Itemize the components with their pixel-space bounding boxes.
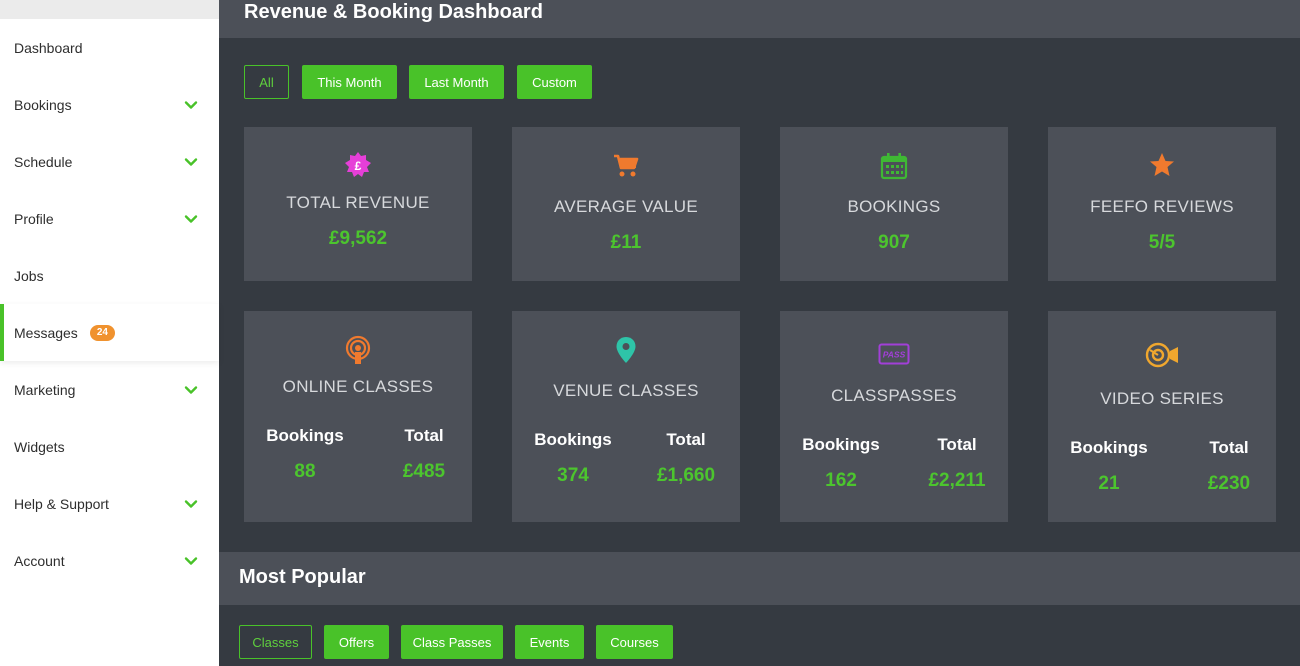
sidebar-item-bookings[interactable]: Bookings <box>0 76 219 133</box>
stat-value: 5/5 <box>1148 232 1176 253</box>
section-title: Most Popular <box>239 566 366 588</box>
shopping-cart-icon <box>614 154 639 177</box>
total-column-label: Total <box>1209 438 1249 457</box>
total-amount: £230 <box>1207 473 1251 494</box>
page-title: Revenue & Booking Dashboard <box>244 1 543 23</box>
category-card-video-series: VIDEO SERIES Bookings Total 21 £230 <box>1048 311 1276 522</box>
bookings-column-label: Bookings <box>1070 438 1148 457</box>
bookings-count: 88 <box>294 461 316 482</box>
stat-value: 907 <box>878 232 910 253</box>
total-amount: £1,660 <box>656 465 716 486</box>
category-label: CLASSPASSES <box>831 386 957 405</box>
dashboard-header: Revenue & Booking Dashboard <box>219 0 1300 38</box>
filter-custom-button[interactable]: Custom <box>517 65 592 99</box>
sidebar-item-dashboard[interactable]: Dashboard <box>0 19 219 76</box>
unread-count-badge: 24 <box>89 324 115 341</box>
bookings-count: 21 <box>1098 473 1120 494</box>
sidebar-item-label: Jobs <box>14 267 44 284</box>
bookings-column-label: Bookings <box>802 435 880 454</box>
bookings-column-label: Bookings <box>266 426 344 445</box>
sidebar-item-schedule[interactable]: Schedule <box>0 133 219 190</box>
chevron-down-icon <box>184 556 198 565</box>
map-pin-icon <box>616 337 636 363</box>
sidebar-item-label: Help & Support <box>14 495 109 512</box>
star-icon <box>1150 153 1174 176</box>
bookings-column-label: Bookings <box>534 430 612 449</box>
svg-text:£: £ <box>355 159 362 173</box>
stat-card-total-revenue: £ TOTAL REVENUE £9,562 <box>244 127 472 281</box>
sidebar-item-marketing[interactable]: Marketing <box>0 361 219 418</box>
tab-class-passes[interactable]: Class Passes <box>401 625 503 659</box>
total-amount: £485 <box>402 461 446 482</box>
sidebar-item-label: Schedule <box>14 153 73 170</box>
most-popular-header: Most Popular <box>219 552 1300 605</box>
total-column-label: Total <box>937 435 977 454</box>
chevron-down-icon <box>184 499 198 508</box>
bookings-count: 374 <box>557 465 589 486</box>
sidebar-item-jobs[interactable]: Jobs <box>0 247 219 304</box>
category-card-online-classes: ONLINE CLASSES Bookings Total 88 £485 <box>244 311 472 522</box>
total-amount: £2,211 <box>928 470 986 491</box>
category-label: VIDEO SERIES <box>1100 389 1224 408</box>
stat-label: TOTAL REVENUE <box>286 193 430 212</box>
stat-label: FEEFO REVIEWS <box>1090 197 1234 216</box>
pound-badge-icon: £ <box>345 152 371 177</box>
category-label: VENUE CLASSES <box>553 381 699 400</box>
total-column-label: Total <box>666 430 706 449</box>
sidebar-item-label: Account <box>14 552 65 569</box>
tab-offers[interactable]: Offers <box>324 625 389 659</box>
stat-card-bookings: BOOKINGS 907 <box>780 127 1008 281</box>
filter-last-month-button[interactable]: Last Month <box>409 65 504 99</box>
sidebar-item-label: Dashboard <box>14 39 83 56</box>
bookings-count: 162 <box>825 470 857 491</box>
sidebar-top-strip <box>0 0 219 19</box>
category-card-classpasses: PASS CLASSPASSES Bookings Total 162 £2,2… <box>780 311 1008 522</box>
stat-card-average-value: AVERAGE VALUE £11 <box>512 127 740 281</box>
sidebar: Dashboard Bookings Schedule Profile Jobs… <box>0 0 219 666</box>
chevron-down-icon <box>184 385 198 394</box>
sidebar-item-help-support[interactable]: Help & Support <box>0 475 219 532</box>
sidebar-item-label: Messages <box>14 324 78 341</box>
sidebar-item-label: Marketing <box>14 381 76 398</box>
category-label: ONLINE CLASSES <box>282 377 434 396</box>
stat-label: BOOKINGS <box>847 197 941 216</box>
sidebar-item-account[interactable]: Account <box>0 532 219 589</box>
broadcast-icon <box>345 335 371 364</box>
sidebar-item-profile[interactable]: Profile <box>0 190 219 247</box>
filter-this-month-button[interactable]: This Month <box>302 65 397 99</box>
svg-text:PASS: PASS <box>883 350 906 360</box>
total-column-label: Total <box>404 426 444 445</box>
filter-all-button[interactable]: All <box>244 65 289 99</box>
chevron-down-icon <box>184 214 198 223</box>
tab-classes[interactable]: Classes <box>239 625 312 659</box>
calendar-icon <box>880 153 908 180</box>
tab-events[interactable]: Events <box>515 625 584 659</box>
sidebar-item-widgets[interactable]: Widgets <box>0 418 219 475</box>
stat-value: £11 <box>610 232 642 253</box>
sidebar-item-label: Widgets <box>14 438 65 455</box>
sidebar-item-label: Bookings <box>14 96 72 113</box>
tab-courses[interactable]: Courses <box>596 625 673 659</box>
stat-label: AVERAGE VALUE <box>553 197 699 216</box>
stat-card-feefo-reviews: FEEFO REVIEWS 5/5 <box>1048 127 1276 281</box>
sidebar-item-messages[interactable]: Messages 24 <box>0 304 219 361</box>
stat-value: £9,562 <box>328 228 388 249</box>
video-camera-icon <box>1145 342 1178 368</box>
pass-ticket-icon: PASS <box>878 343 910 365</box>
chevron-down-icon <box>184 100 198 109</box>
chevron-down-icon <box>184 157 198 166</box>
category-card-venue-classes: VENUE CLASSES Bookings Total 374 £1,660 <box>512 311 740 522</box>
sidebar-item-label: Profile <box>14 210 54 227</box>
